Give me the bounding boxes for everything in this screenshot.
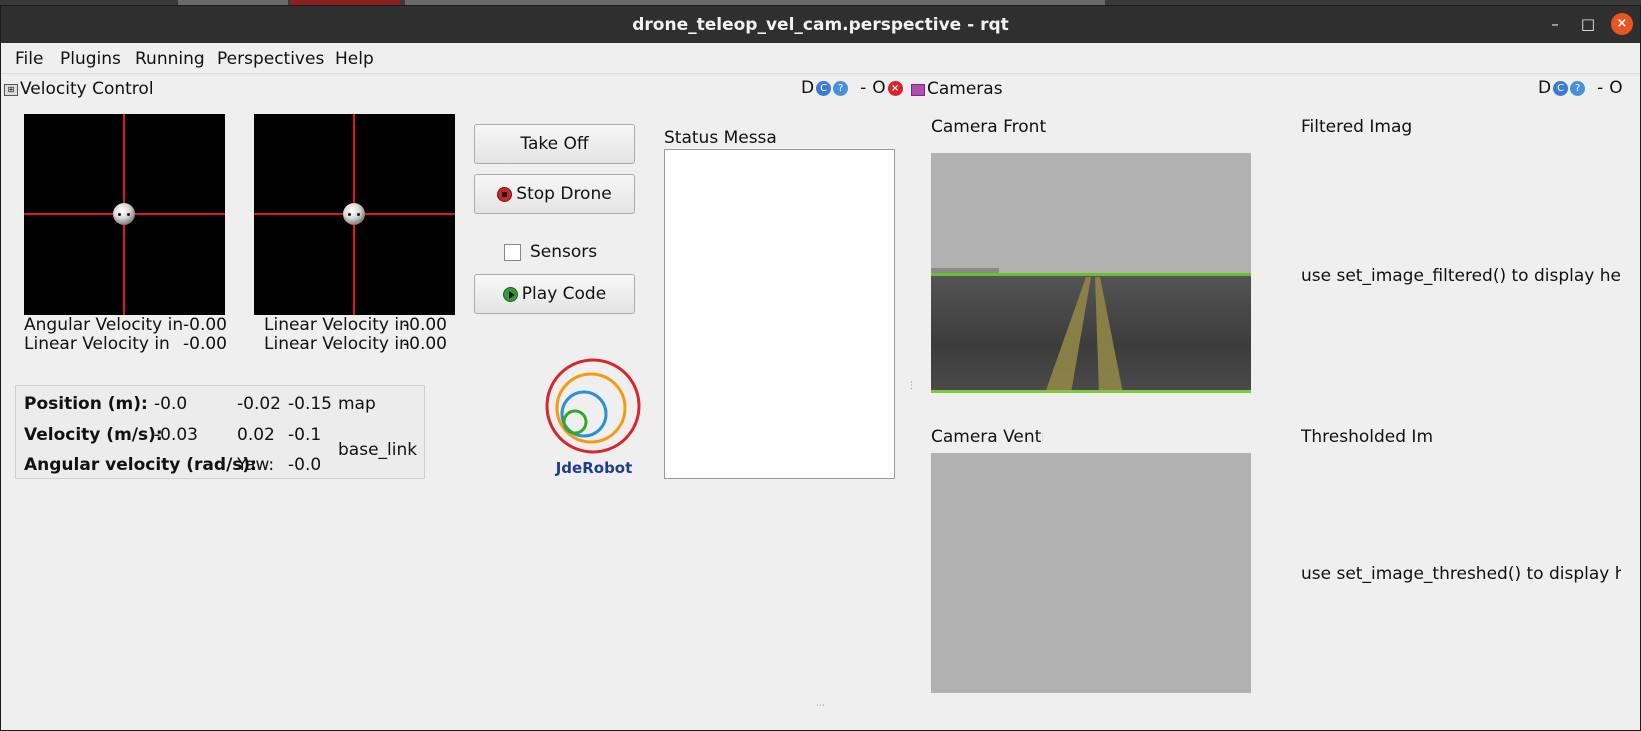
velocity-dock-controls: D C ? - O × <box>801 78 903 98</box>
sensors-checkbox[interactable] <box>504 243 521 261</box>
angular-velocity-value: -0.00 <box>183 315 227 335</box>
velocity-frame: base_link <box>338 440 418 460</box>
sensors-label: Sensors <box>530 242 598 262</box>
thresholded-image-label: Thresholded Image <box>1301 427 1433 447</box>
linear-joystick[interactable] <box>254 114 455 315</box>
help-icon[interactable]: ? <box>833 80 849 96</box>
title-bar[interactable]: drone_teleop_vel_cam.perspective - rqt –… <box>1 6 1640 43</box>
help-icon[interactable]: ? <box>1570 80 1586 96</box>
dock-d-button[interactable]: D <box>801 78 814 98</box>
maximize-button[interactable]: □ <box>1579 15 1597 33</box>
velocity-label: Velocity (m/s): <box>24 425 163 445</box>
filtered-image-label: Filtered Image <box>1301 117 1413 137</box>
dock-d-button[interactable]: D <box>1538 78 1551 98</box>
cameras-dock-controls: D C ? - O <box>1538 78 1623 98</box>
linear-velocity-value: -0.00 <box>403 334 447 354</box>
cameras-panel-title: Cameras <box>927 79 1003 99</box>
linear-velocity-label: Linear Velocity in <box>24 334 170 354</box>
linear-velocity-value: -0.00 <box>183 334 227 354</box>
angular-joystick[interactable] <box>24 114 225 315</box>
stop-drone-label: Stop Drone <box>516 184 612 204</box>
joystick-handle[interactable] <box>113 203 135 225</box>
dock-minimize-button[interactable]: - <box>1597 78 1603 98</box>
bottom-splitter-handle[interactable]: ⋯ <box>816 701 825 711</box>
road-lanes <box>1045 277 1123 393</box>
position-x: -0.0 <box>154 394 188 414</box>
menu-separator <box>1 73 1640 74</box>
play-code-label: Play Code <box>521 284 607 304</box>
dock-float-button[interactable]: O <box>872 78 885 98</box>
joystick-handle[interactable] <box>343 203 365 225</box>
position-label: Position (m): <box>24 394 148 414</box>
position-frame: map <box>338 394 376 414</box>
velocity-panel-title: Velocity Control <box>20 79 154 99</box>
yaw-label: Yaw: <box>237 455 275 475</box>
menu-bar: File Plugins Running Perspectives Help <box>1 43 1640 73</box>
angular-velocity-label: Angular Velocity in <box>24 315 184 335</box>
rqt-window: drone_teleop_vel_cam.perspective - rqt –… <box>0 5 1641 731</box>
velocity-x: -0.03 <box>154 425 198 445</box>
velocity-y: 0.02 <box>237 425 275 445</box>
splitter-handle[interactable]: ⋮ <box>907 381 916 391</box>
jderobot-logo: JdeRobot <box>545 358 641 477</box>
reload-icon[interactable]: C <box>1553 80 1569 96</box>
angular-velocity-box-label: Angular velocity (rad/s): <box>24 455 257 475</box>
stop-icon <box>497 186 513 202</box>
gamepad-icon: ⊞ <box>4 84 18 96</box>
image-icon <box>911 84 925 96</box>
dock-minimize-button[interactable]: - <box>860 78 866 98</box>
yaw-value: -0.0 <box>288 455 322 475</box>
camera-ventral-label: Camera Ventral <box>931 427 1043 447</box>
close-button[interactable]: × <box>1611 13 1633 35</box>
linear-velocity-value: -0.00 <box>403 315 447 335</box>
linear-velocity-label: Linear Velocity in <box>264 334 410 354</box>
odometry-info-box: Position (m): -0.0 -0.02 -0.15 map Veloc… <box>15 385 425 479</box>
reload-icon[interactable]: C <box>816 80 832 96</box>
filtered-image-hint: use set_image_filtered() to display here <box>1301 266 1621 286</box>
sensors-checkbox-row[interactable]: Sensors <box>504 242 597 262</box>
dock-float-button[interactable]: O <box>1609 78 1622 98</box>
position-z: -0.15 <box>288 394 332 414</box>
linear-velocity-label: Linear Velocity in <box>264 315 410 335</box>
status-messages-box[interactable] <box>664 149 895 479</box>
status-messages-label: Status Messages <box>664 128 776 148</box>
play-icon <box>502 286 518 302</box>
menu-running[interactable]: Running <box>135 49 205 69</box>
take-off-button[interactable]: Take Off <box>474 124 635 164</box>
camera-ventral-image <box>931 453 1251 693</box>
menu-help[interactable]: Help <box>335 49 374 69</box>
camera-front-label: Camera Front <box>931 117 1047 137</box>
grass-edge <box>931 390 1251 393</box>
play-code-button[interactable]: Play Code <box>474 274 635 314</box>
take-off-label: Take Off <box>520 134 589 154</box>
minimize-button[interactable]: – <box>1546 15 1564 33</box>
menu-file[interactable]: File <box>15 49 43 69</box>
camera-front-image <box>931 153 1251 393</box>
stop-drone-button[interactable]: Stop Drone <box>474 174 635 214</box>
velocity-z: -0.1 <box>288 425 322 445</box>
menu-plugins[interactable]: Plugins <box>60 49 121 69</box>
logo-text: JdeRobot <box>555 459 633 477</box>
dock-close-icon[interactable]: × <box>887 80 903 96</box>
thresholded-image-hint: use set_image_threshed() to display here <box>1301 564 1621 584</box>
window-title: drone_teleop_vel_cam.perspective - rqt <box>632 15 1009 35</box>
menu-perspectives[interactable]: Perspectives <box>217 49 324 69</box>
position-y: -0.02 <box>237 394 281 414</box>
